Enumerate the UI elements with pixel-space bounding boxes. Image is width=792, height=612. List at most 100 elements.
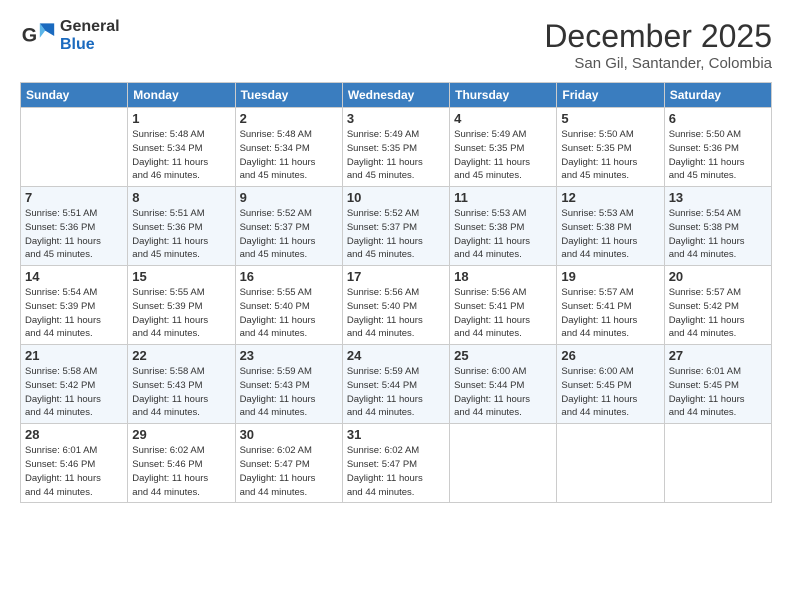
calendar-cell: 22Sunrise: 5:58 AM Sunset: 5:43 PM Dayli… [128,345,235,424]
day-info: Sunrise: 5:53 AM Sunset: 5:38 PM Dayligh… [561,207,659,262]
col-friday: Friday [557,83,664,108]
day-info: Sunrise: 5:57 AM Sunset: 5:42 PM Dayligh… [669,286,767,341]
day-info: Sunrise: 5:54 AM Sunset: 5:39 PM Dayligh… [25,286,123,341]
day-info: Sunrise: 5:49 AM Sunset: 5:35 PM Dayligh… [454,128,552,183]
day-number: 31 [347,427,445,442]
day-number: 7 [25,190,123,205]
calendar-cell: 19 Sunrise: 5:57 AM Sunset: 5:41 PM Dayli… [557,266,664,345]
calendar-row: 21 Sunrise: 5:58 AM Sunset: 5:42 PM Dayli… [21,345,772,424]
calendar-row: 1 Sunrise: 5:48 AM Sunset: 5:34 PM Daylig… [21,108,772,187]
logo: G General Blue [20,18,120,54]
day-number: 19 [561,269,659,284]
day-number: 1 [132,111,230,126]
calendar-cell: 5 Sunrise: 5:50 AM Sunset: 5:35 PM Daylig… [557,108,664,187]
day-info: Sunrise: 5:49 AM Sunset: 5:35 PM Dayligh… [347,128,445,183]
calendar-cell: 26 Sunrise: 6:00 AM Sunset: 5:45 PM Dayli… [557,345,664,424]
calendar-cell: 18Sunrise: 5:56 AM Sunset: 5:41 PM Dayli… [450,266,557,345]
day-info: Sunrise: 5:55 AM Sunset: 5:39 PM Dayligh… [132,286,230,341]
day-info: Sunrise: 6:02 AM Sunset: 5:47 PM Dayligh… [347,444,445,499]
logo-text: General Blue [60,18,120,53]
calendar-cell: 16Sunrise: 5:55 AM Sunset: 5:40 PM Dayli… [235,266,342,345]
calendar-cell: 6 Sunrise: 5:50 AM Sunset: 5:36 PM Daylig… [664,108,771,187]
calendar-cell: 17 Sunrise: 5:56 AM Sunset: 5:40 PM Dayli… [342,266,449,345]
day-number: 20 [669,269,767,284]
day-number: 14 [25,269,123,284]
calendar-cell: 29Sunrise: 6:02 AM Sunset: 5:46 PM Dayli… [128,424,235,503]
calendar-cell: 12 Sunrise: 5:53 AM Sunset: 5:38 PM Dayli… [557,187,664,266]
day-info: Sunrise: 6:00 AM Sunset: 5:44 PM Dayligh… [454,365,552,420]
day-number: 17 [347,269,445,284]
calendar-row: 7 Sunrise: 5:51 AM Sunset: 5:36 PM Daylig… [21,187,772,266]
day-number: 6 [669,111,767,126]
day-number: 30 [240,427,338,442]
calendar-cell: 13Sunrise: 5:54 AM Sunset: 5:38 PM Dayli… [664,187,771,266]
day-info: Sunrise: 5:59 AM Sunset: 5:43 PM Dayligh… [240,365,338,420]
day-info: Sunrise: 5:52 AM Sunset: 5:37 PM Dayligh… [240,207,338,262]
day-info: Sunrise: 5:56 AM Sunset: 5:40 PM Dayligh… [347,286,445,341]
location: San Gil, Santander, Colombia [544,55,772,72]
calendar-cell: 7 Sunrise: 5:51 AM Sunset: 5:36 PM Daylig… [21,187,128,266]
day-number: 29 [132,427,230,442]
calendar-cell: 9Sunrise: 5:52 AM Sunset: 5:37 PM Daylig… [235,187,342,266]
day-number: 2 [240,111,338,126]
day-number: 8 [132,190,230,205]
calendar-cell [557,424,664,503]
day-number: 11 [454,190,552,205]
col-saturday: Saturday [664,83,771,108]
calendar-cell: 24 Sunrise: 5:59 AM Sunset: 5:44 PM Dayli… [342,345,449,424]
day-number: 28 [25,427,123,442]
day-info: Sunrise: 5:52 AM Sunset: 5:37 PM Dayligh… [347,207,445,262]
day-number: 15 [132,269,230,284]
calendar-cell: 20 Sunrise: 5:57 AM Sunset: 5:42 PM Dayli… [664,266,771,345]
calendar-row: 28 Sunrise: 6:01 AM Sunset: 5:46 PM Dayli… [21,424,772,503]
calendar-cell: 3 Sunrise: 5:49 AM Sunset: 5:35 PM Daylig… [342,108,449,187]
day-info: Sunrise: 5:55 AM Sunset: 5:40 PM Dayligh… [240,286,338,341]
day-number: 10 [347,190,445,205]
calendar-cell: 4 Sunrise: 5:49 AM Sunset: 5:35 PM Daylig… [450,108,557,187]
day-info: Sunrise: 5:58 AM Sunset: 5:42 PM Dayligh… [25,365,123,420]
day-number: 23 [240,348,338,363]
calendar-cell: 1Sunrise: 5:48 AM Sunset: 5:34 PM Daylig… [128,108,235,187]
calendar-cell [450,424,557,503]
calendar-cell: 27Sunrise: 6:01 AM Sunset: 5:45 PM Dayli… [664,345,771,424]
col-sunday: Sunday [21,83,128,108]
day-info: Sunrise: 5:51 AM Sunset: 5:36 PM Dayligh… [25,207,123,262]
day-info: Sunrise: 5:57 AM Sunset: 5:41 PM Dayligh… [561,286,659,341]
day-number: 3 [347,111,445,126]
day-info: Sunrise: 6:01 AM Sunset: 5:46 PM Dayligh… [25,444,123,499]
day-info: Sunrise: 5:54 AM Sunset: 5:38 PM Dayligh… [669,207,767,262]
day-number: 25 [454,348,552,363]
day-info: Sunrise: 5:48 AM Sunset: 5:34 PM Dayligh… [240,128,338,183]
day-number: 21 [25,348,123,363]
col-tuesday: Tuesday [235,83,342,108]
logo-icon: G [20,18,56,54]
day-info: Sunrise: 5:58 AM Sunset: 5:43 PM Dayligh… [132,365,230,420]
page-header: G General Blue December 2025 San Gil, Sa… [20,18,772,72]
day-info: Sunrise: 5:50 AM Sunset: 5:36 PM Dayligh… [669,128,767,183]
day-info: Sunrise: 5:59 AM Sunset: 5:44 PM Dayligh… [347,365,445,420]
calendar-cell: 23 Sunrise: 5:59 AM Sunset: 5:43 PM Dayli… [235,345,342,424]
day-info: Sunrise: 5:51 AM Sunset: 5:36 PM Dayligh… [132,207,230,262]
day-number: 5 [561,111,659,126]
day-number: 12 [561,190,659,205]
day-info: Sunrise: 5:56 AM Sunset: 5:41 PM Dayligh… [454,286,552,341]
calendar-cell: 8 Sunrise: 5:51 AM Sunset: 5:36 PM Daylig… [128,187,235,266]
calendar-cell: 14 Sunrise: 5:54 AM Sunset: 5:39 PM Dayli… [21,266,128,345]
calendar-row: 14 Sunrise: 5:54 AM Sunset: 5:39 PM Dayli… [21,266,772,345]
calendar-cell: 31 Sunrise: 6:02 AM Sunset: 5:47 PM Dayli… [342,424,449,503]
day-number: 4 [454,111,552,126]
day-number: 24 [347,348,445,363]
day-info: Sunrise: 5:50 AM Sunset: 5:35 PM Dayligh… [561,128,659,183]
day-info: Sunrise: 6:00 AM Sunset: 5:45 PM Dayligh… [561,365,659,420]
calendar-table: Sunday Monday Tuesday Wednesday Thursday… [20,82,772,503]
calendar-cell [664,424,771,503]
col-wednesday: Wednesday [342,83,449,108]
day-info: Sunrise: 6:02 AM Sunset: 5:47 PM Dayligh… [240,444,338,499]
calendar-cell: 10 Sunrise: 5:52 AM Sunset: 5:37 PM Dayli… [342,187,449,266]
col-thursday: Thursday [450,83,557,108]
calendar-cell: 25 Sunrise: 6:00 AM Sunset: 5:44 PM Dayli… [450,345,557,424]
day-number: 26 [561,348,659,363]
calendar-cell: 15 Sunrise: 5:55 AM Sunset: 5:39 PM Dayli… [128,266,235,345]
month-year: December 2025 [544,18,772,55]
title-block: December 2025 San Gil, Santander, Colomb… [544,18,772,72]
